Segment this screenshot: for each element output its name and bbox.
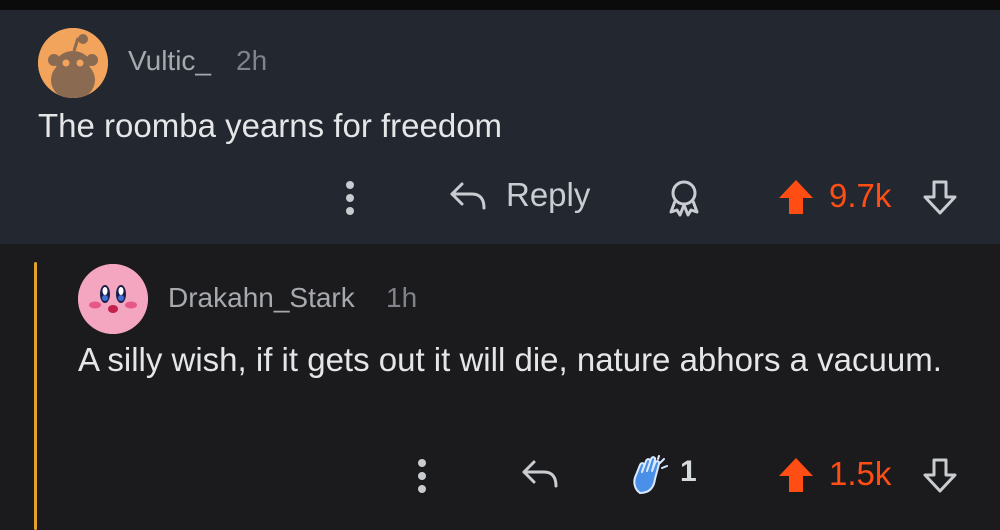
username[interactable]: Drakahn_Stark	[168, 282, 355, 314]
downvote-arrow-icon[interactable]	[920, 456, 960, 501]
clapping-hands-icon[interactable]	[630, 455, 672, 500]
reply-button[interactable]: Reply	[506, 176, 590, 214]
reply-arrow-icon[interactable]	[448, 178, 488, 219]
timestamp: 1h	[386, 282, 418, 313]
score: 9.7k	[829, 177, 892, 214]
upvote-arrow-icon[interactable]	[776, 177, 816, 222]
upvote-arrow-icon[interactable]	[776, 455, 816, 500]
snoo-avatar-icon[interactable]	[38, 28, 108, 98]
comment-body: A silly wish, if it gets out it will die…	[78, 341, 942, 378]
comment-body: The roomba yearns for freedom	[38, 107, 503, 144]
more-options-icon[interactable]	[418, 459, 426, 495]
thread-line[interactable]	[34, 262, 37, 530]
top-bar	[0, 0, 1000, 10]
timestamp: 2h	[236, 45, 268, 76]
downvote-arrow-icon[interactable]	[920, 178, 960, 223]
kirby-avatar-icon[interactable]	[78, 264, 148, 334]
award-count: 1	[680, 455, 697, 488]
more-options-icon[interactable]	[346, 181, 354, 217]
reply-arrow-icon[interactable]	[520, 456, 560, 497]
username[interactable]: Vultic_	[128, 45, 211, 77]
score: 1.5k	[829, 455, 892, 492]
award-icon[interactable]	[666, 178, 702, 223]
